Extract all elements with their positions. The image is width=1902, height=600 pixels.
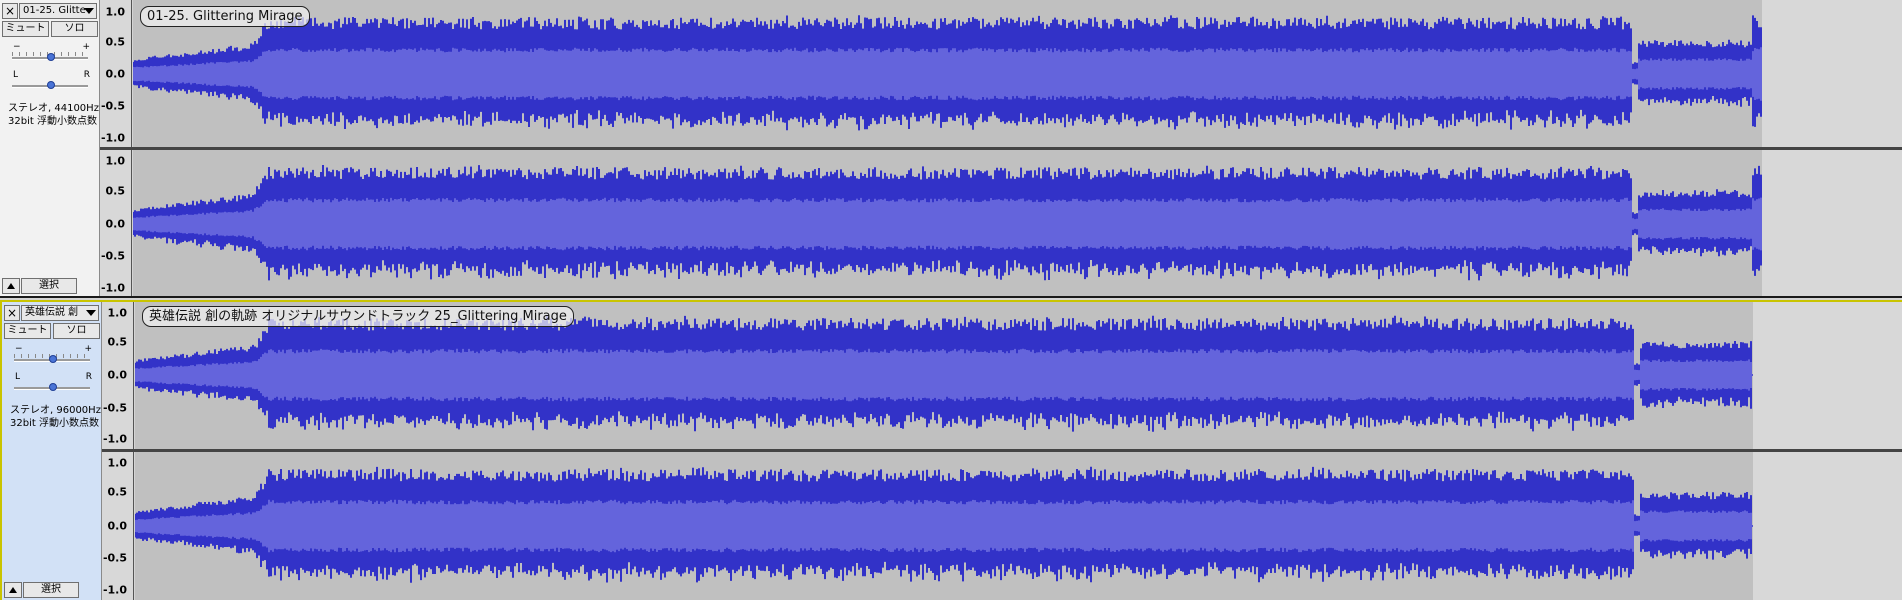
scale-label: 0.0 xyxy=(107,368,128,382)
waveform-display[interactable] xyxy=(133,150,1902,296)
channel-right: 1.0 0.5 0.0 -0.5 -1.0 xyxy=(102,452,1902,600)
scale-label: 0.0 xyxy=(105,217,126,231)
channel-left: 1.0 0.5 0.0 -0.5 -1.0 xyxy=(100,0,1902,147)
gain-minus-label: − xyxy=(15,344,23,354)
scale-label: 0.5 xyxy=(105,184,126,198)
track-control-panel[interactable]: × 01-25. Glitte ミュート ソロ − + L R ステレオ, 44… xyxy=(0,0,100,296)
pan-right-label: R xyxy=(83,70,90,80)
scale-label: 1.0 xyxy=(107,456,128,470)
track-name-menu-button[interactable]: 英雄伝説 創 xyxy=(21,305,99,321)
chevron-down-icon xyxy=(84,8,94,14)
close-track-icon[interactable]: × xyxy=(4,305,20,321)
pan-left-label: L xyxy=(13,70,19,80)
solo-button[interactable]: ソロ xyxy=(53,323,100,339)
scale-label: -1.0 xyxy=(102,583,127,597)
audio-track-selected: × 英雄伝説 創 ミュート ソロ − + L R ステレオ, 96000Hz 3… xyxy=(0,300,1902,600)
mute-button[interactable]: ミュート xyxy=(2,21,49,37)
gain-plus-label: + xyxy=(84,344,92,354)
scale-label: -1.0 xyxy=(102,432,127,446)
collapse-icon xyxy=(7,283,15,289)
channel-right: 1.0 0.5 0.0 -0.5 -1.0 xyxy=(100,150,1902,296)
scale-label: -0.5 xyxy=(100,99,125,113)
pan-slider-thumb[interactable] xyxy=(49,383,57,391)
gain-slider-thumb[interactable] xyxy=(49,355,57,363)
select-track-button[interactable]: 選択 xyxy=(23,582,79,598)
collapse-track-button[interactable] xyxy=(2,278,20,294)
collapse-track-button[interactable] xyxy=(4,582,22,598)
pan-slider-thumb[interactable] xyxy=(47,81,55,89)
scale-label: 0.5 xyxy=(105,35,126,49)
scale-label: 0.0 xyxy=(107,519,128,533)
track-control-panel[interactable]: × 英雄伝説 創 ミュート ソロ − + L R ステレオ, 96000Hz 3… xyxy=(2,302,102,600)
waveform-graphic xyxy=(135,452,1902,600)
track-sample-format: 32bit 浮動小数点数 xyxy=(8,116,97,127)
gain-slider-thumb[interactable] xyxy=(47,53,55,61)
scale-label: 1.0 xyxy=(105,154,126,168)
waveform-graphic xyxy=(133,150,1902,296)
scale-label: 1.0 xyxy=(105,5,126,19)
track-sample-format: 32bit 浮動小数点数 xyxy=(10,418,99,429)
track-format: ステレオ, 96000Hz xyxy=(10,405,101,416)
scale-label: -0.5 xyxy=(100,249,125,263)
amplitude-ruler: 1.0 0.5 0.0 -0.5 -1.0 xyxy=(100,150,132,296)
amplitude-ruler: 1.0 0.5 0.0 -0.5 -1.0 xyxy=(102,452,134,600)
scale-label: 0.5 xyxy=(107,335,128,349)
clip-name-label[interactable]: 01-25. Glittering Mirage xyxy=(140,6,310,27)
track-name-menu-button[interactable]: 01-25. Glitte xyxy=(19,3,97,19)
mute-button[interactable]: ミュート xyxy=(4,323,51,339)
scale-label: 0.5 xyxy=(107,485,128,499)
scale-label: 0.0 xyxy=(105,67,126,81)
pan-right-label: R xyxy=(85,372,92,382)
scale-label: -1.0 xyxy=(100,131,125,145)
chevron-down-icon xyxy=(86,310,96,316)
clip-name-label[interactable]: 英雄伝説 創の軌跡 オリジナルサウンドトラック 25_Glittering Mi… xyxy=(142,306,574,327)
scale-label: -1.0 xyxy=(100,281,125,295)
gain-slider[interactable]: − + xyxy=(12,344,92,364)
waveform-display[interactable] xyxy=(135,452,1902,600)
pan-slider[interactable]: L R xyxy=(10,70,90,90)
waveform-display[interactable] xyxy=(133,0,1902,147)
track-info: ステレオ, 96000Hz 32bit 浮動小数点数 xyxy=(10,404,101,430)
gain-plus-label: + xyxy=(82,42,90,52)
gain-slider[interactable]: − + xyxy=(10,42,90,62)
track-name: 英雄伝説 創 xyxy=(25,307,79,318)
select-track-button[interactable]: 選択 xyxy=(21,278,77,294)
track-format: ステレオ, 44100Hz xyxy=(8,103,99,114)
pan-slider[interactable]: L R xyxy=(12,372,92,392)
close-track-icon[interactable]: × xyxy=(2,3,18,19)
amplitude-ruler: 1.0 0.5 0.0 -0.5 -1.0 xyxy=(100,0,132,147)
audio-track: × 01-25. Glitte ミュート ソロ − + L R ステレオ, 44… xyxy=(0,0,1902,298)
scale-label: 1.0 xyxy=(107,306,128,320)
amplitude-ruler: 1.0 0.5 0.0 -0.5 -1.0 xyxy=(102,302,134,449)
pan-left-label: L xyxy=(15,372,21,382)
waveform-graphic xyxy=(133,0,1902,147)
track-name: 01-25. Glitte xyxy=(23,5,86,16)
track-info: ステレオ, 44100Hz 32bit 浮動小数点数 xyxy=(8,102,99,128)
scale-label: -0.5 xyxy=(102,551,127,565)
collapse-icon xyxy=(9,587,17,593)
gain-minus-label: − xyxy=(13,42,21,52)
scale-label: -0.5 xyxy=(102,401,127,415)
solo-button[interactable]: ソロ xyxy=(51,21,98,37)
